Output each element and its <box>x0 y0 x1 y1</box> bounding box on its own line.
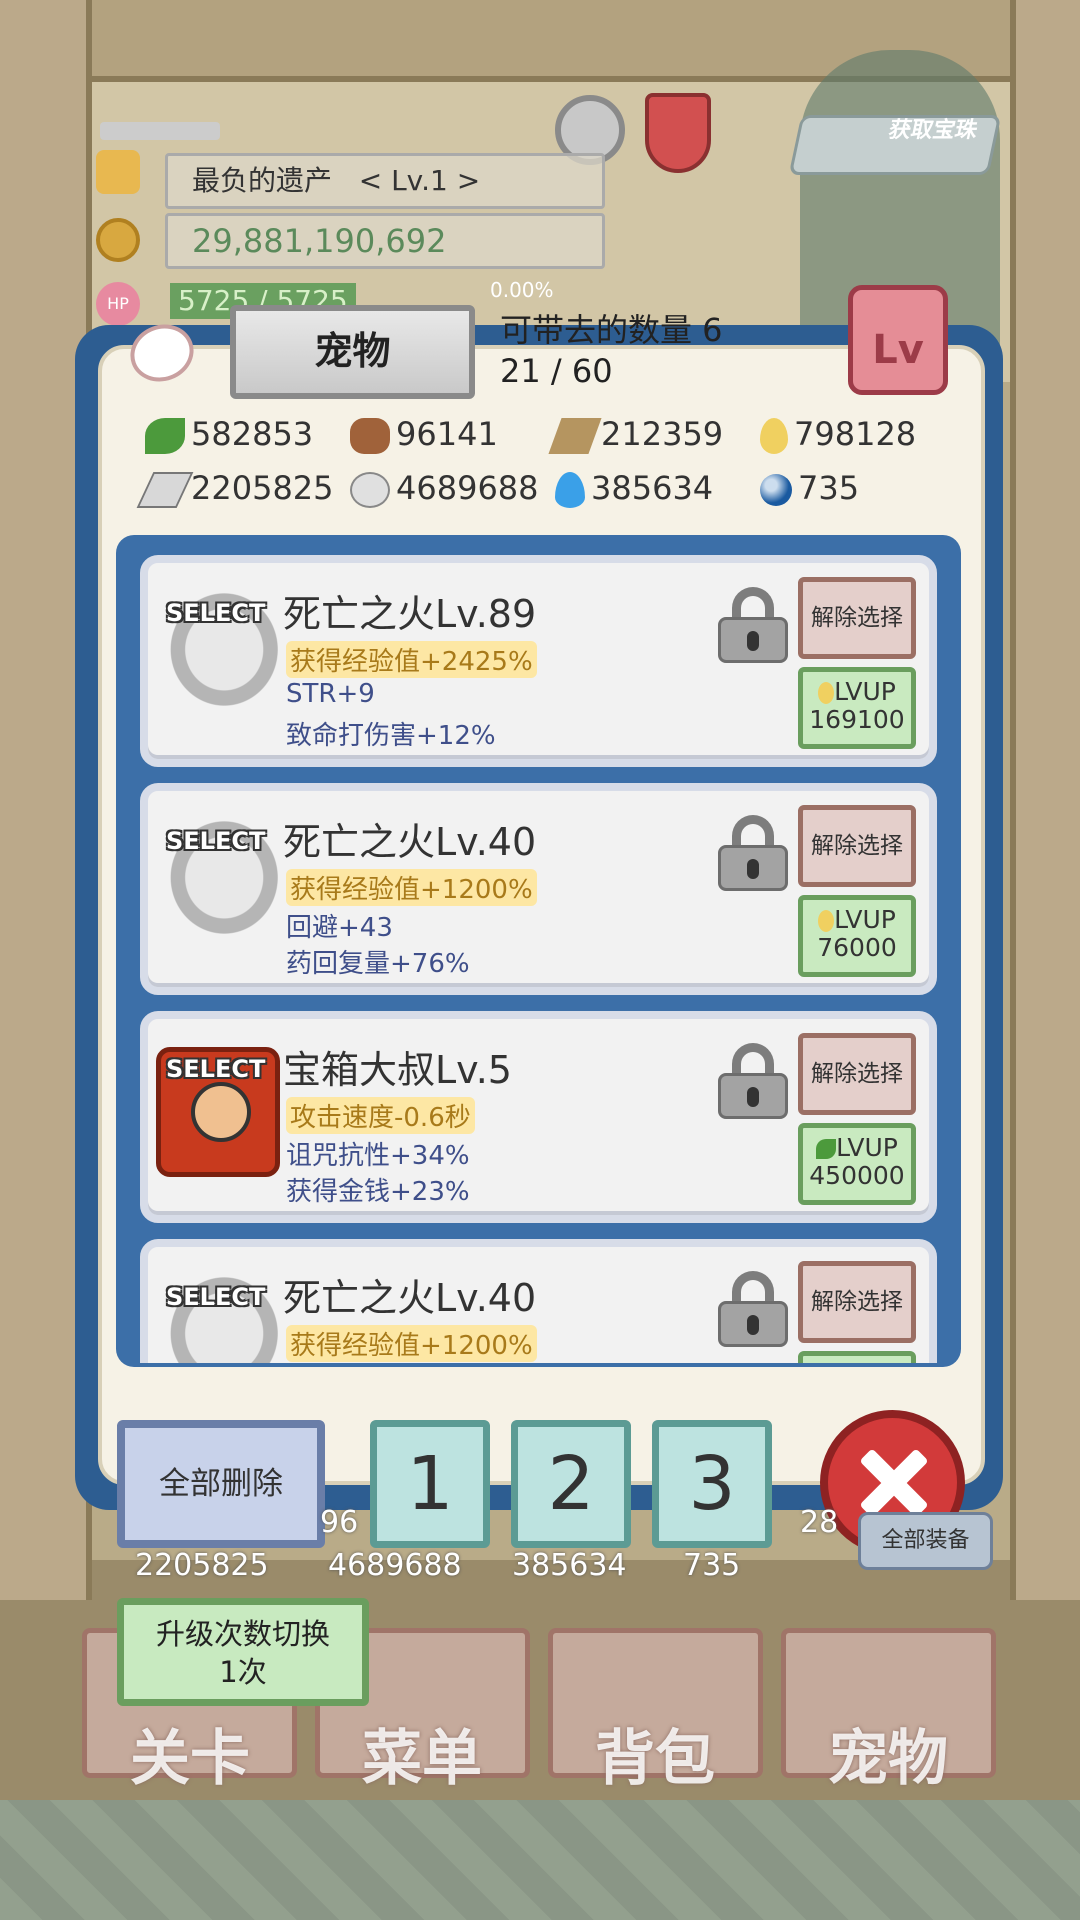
dialog-title: 宠物 <box>230 305 475 399</box>
orb-icon <box>760 474 792 506</box>
resource-stone: 4689688 <box>350 464 539 512</box>
pet-name: 死亡之火Lv.40 <box>283 1276 537 1320</box>
equip-all-button[interactable]: 全部装备 <box>858 1512 993 1570</box>
shield-decor <box>645 93 711 173</box>
nav-label-menu: 菜单 <box>362 1724 482 1794</box>
page-2-button[interactable]: 2 <box>511 1420 631 1548</box>
plank-icon <box>548 418 602 454</box>
bg-resource-stone: 4689688 <box>328 1548 462 1583</box>
pet-stat-2: STR+9 <box>286 679 375 709</box>
select-tag: SELECT <box>166 827 266 855</box>
pet-stat-primary: 获得经验值+1200% <box>286 1325 537 1362</box>
nav-label-bag: 背包 <box>595 1724 715 1794</box>
droplet-icon <box>818 682 835 704</box>
pet-card[interactable]: SELECT 宝箱大叔Lv.5 攻击速度-0.6秒 诅咒抗性+34% 获得金钱+… <box>140 1011 937 1223</box>
resource-flame: 385634 <box>555 464 713 512</box>
dungeon-title: 最负的遗产 < Lv.1 > <box>165 153 605 209</box>
pet-stat-3: 致命打伤害+12% <box>286 721 496 751</box>
page-3-button[interactable]: 3 <box>652 1420 772 1548</box>
upgrade-count-toggle[interactable]: 升级次数切换 1次 <box>117 1598 369 1706</box>
pet-stat-primary: 获得经验值+2425% <box>286 641 537 678</box>
deselect-button[interactable]: 解除选择 <box>798 1033 916 1115</box>
droplet-icon <box>818 910 835 932</box>
resource-droplet: 798128 <box>760 410 916 458</box>
herb-icon <box>816 1139 837 1159</box>
log-icon <box>350 418 390 454</box>
carry-limit-label: 可带去的数量 6 <box>500 311 723 349</box>
pet-stat-3: 获得金钱+23% <box>286 1177 470 1207</box>
nav-label-stage: 关卡 <box>130 1724 250 1794</box>
lock-icon[interactable] <box>718 1271 788 1347</box>
lock-icon[interactable] <box>718 815 788 891</box>
lvup-button[interactable]: LVUP 76000 <box>798 895 916 977</box>
bg-resource-flame: 385634 <box>512 1548 627 1583</box>
lvup-button[interactable]: LVUP 169100 <box>798 667 916 749</box>
right-post <box>1010 0 1080 1600</box>
bg-partial-left: 96 <box>320 1505 359 1540</box>
lock-icon[interactable] <box>718 1043 788 1119</box>
pet-stat-3: 药回复量+76% <box>286 949 470 979</box>
delete-all-button[interactable]: 全部删除 <box>117 1420 325 1548</box>
select-tag: SELECT <box>166 599 266 627</box>
select-tag: SELECT <box>166 1283 266 1311</box>
floor-tiles <box>0 1800 1080 1920</box>
hero-icon <box>96 150 140 194</box>
gold-amount: 29,881,190,692 <box>165 213 605 269</box>
level-lock-icon[interactable]: Lv <box>848 285 948 395</box>
pet-stat-primary: 获得经验值+1200% <box>286 869 537 906</box>
ingot-icon <box>136 472 194 508</box>
herb-icon <box>145 418 185 454</box>
deselect-button[interactable]: 解除选择 <box>798 805 916 887</box>
bg-resource-orb: 735 <box>683 1548 741 1583</box>
pet-count: 21 / 60 <box>500 352 613 390</box>
stone-icon <box>350 472 390 508</box>
pet-card[interactable]: SELECT 死亡之火Lv.40 获得经验值+1200% 回避+43 药回复量+… <box>140 783 937 995</box>
bg-resource-ingot: 2205825 <box>135 1548 269 1583</box>
resource-ingot: 2205825 <box>136 464 334 512</box>
pet-stat-2: 诅咒抗性+34% <box>286 1141 470 1171</box>
droplet-icon <box>760 418 788 454</box>
lvup-button[interactable]: LVUP 450000 <box>798 1123 916 1205</box>
pet-stat-2: 回避+43 <box>286 913 393 943</box>
bg-partial-right: 28 <box>800 1505 839 1540</box>
select-tag: SELECT <box>166 1055 266 1083</box>
pet-name: 死亡之火Lv.40 <box>283 820 537 864</box>
exp-percent: 0.00% <box>490 278 554 302</box>
pet-list[interactable]: SELECT 死亡之火Lv.89 获得经验值+2425% STR+9 致命打伤害… <box>130 555 947 1363</box>
pet-stat-primary: 攻击速度-0.6秒 <box>286 1097 475 1134</box>
pet-card[interactable]: SELECT 死亡之火Lv.40 获得经验值+1200% 解除选择 <box>140 1239 937 1363</box>
wall-sword <box>100 122 220 140</box>
nav-label-pet: 宠物 <box>828 1724 948 1794</box>
lvup-button[interactable] <box>798 1351 916 1363</box>
deselect-button[interactable]: 解除选择 <box>798 1261 916 1343</box>
deselect-button[interactable]: 解除选择 <box>798 577 916 659</box>
pet-name: 死亡之火Lv.89 <box>283 592 537 636</box>
resource-herb: 582853 <box>145 410 313 458</box>
resource-log: 96141 <box>350 410 498 458</box>
resource-orb: 735 <box>760 464 859 512</box>
pet-card[interactable]: SELECT 死亡之火Lv.89 获得经验值+2425% STR+9 致命打伤害… <box>140 555 937 767</box>
pet-name: 宝箱大叔Lv.5 <box>283 1048 512 1092</box>
resource-plank: 212359 <box>548 410 723 458</box>
flame-icon <box>555 472 585 508</box>
get-gem-button[interactable]: 获取宝珠 <box>788 115 1002 175</box>
coin-icon <box>96 218 140 262</box>
lock-icon[interactable] <box>718 587 788 663</box>
page-1-button[interactable]: 1 <box>370 1420 490 1548</box>
hp-icon: HP <box>96 282 140 326</box>
